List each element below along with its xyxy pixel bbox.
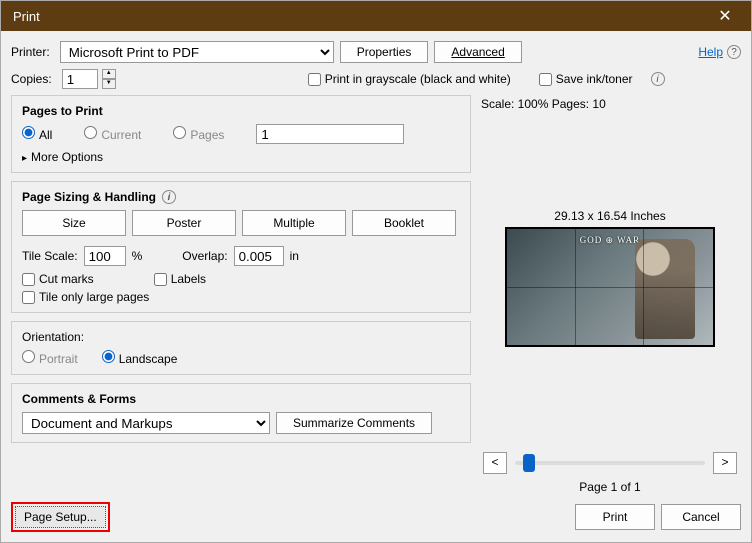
copies-input[interactable]	[62, 69, 98, 89]
prev-page-button[interactable]: <	[483, 452, 507, 474]
sizing-header: Page Sizing & Handling i	[22, 190, 460, 204]
page-of-label: Page 1 of 1	[479, 480, 741, 494]
spin-up-icon[interactable]: ▲	[102, 69, 116, 79]
print-button[interactable]: Print	[575, 504, 655, 530]
multiple-button[interactable]: Multiple	[242, 210, 346, 236]
radio-current[interactable]: Current	[84, 126, 141, 142]
preview-figure	[635, 239, 695, 339]
tilescale-row: Tile Scale: % Overlap: in	[22, 246, 460, 266]
overlap-label: Overlap:	[182, 249, 227, 263]
preview-dims: 29.13 x 16.54 Inches	[554, 209, 665, 223]
radio-all[interactable]: All	[22, 126, 52, 142]
copies-spinner[interactable]: ▲ ▼	[102, 69, 116, 89]
labels-checkbox[interactable]: Labels	[154, 272, 206, 286]
pages-header: Pages to Print	[22, 104, 460, 118]
booklet-button[interactable]: Booklet	[352, 210, 456, 236]
saveink-checkbox[interactable]: Save ink/toner	[539, 72, 633, 86]
pages-radio-row: All Current Pages	[22, 124, 460, 144]
poster-button[interactable]: Poster	[132, 210, 236, 236]
sizing-panel: Page Sizing & Handling i Size Poster Mul…	[11, 181, 471, 313]
more-options-toggle[interactable]: More Options	[22, 150, 460, 164]
pages-to-print-panel: Pages to Print All Current Pages More Op…	[11, 95, 471, 173]
comments-header: Comments & Forms	[22, 392, 460, 406]
properties-button[interactable]: Properties	[340, 41, 429, 63]
help-link[interactable]: Help	[698, 45, 723, 59]
pages-input[interactable]	[256, 124, 404, 144]
help-icon[interactable]: ?	[727, 45, 741, 59]
dialog-content: Printer: Microsoft Print to PDF Properti…	[1, 31, 751, 542]
help-area: Help ?	[698, 45, 741, 59]
scale-info: Scale: 100% Pages: 10	[481, 97, 741, 111]
sizing-buttons: Size Poster Multiple Booklet	[22, 210, 460, 236]
copies-label: Copies:	[11, 72, 52, 86]
orientation-header: Orientation:	[22, 330, 460, 344]
grayscale-checkbox[interactable]: Print in grayscale (black and white)	[308, 72, 511, 86]
spin-down-icon[interactable]: ▼	[102, 79, 116, 89]
advanced-button[interactable]: Advanced	[434, 41, 521, 63]
print-dialog: Print ✕ Printer: Microsoft Print to PDF …	[0, 0, 752, 543]
copies-row: Copies: ▲ ▼ Print in grayscale (black an…	[11, 69, 741, 89]
cancel-button[interactable]: Cancel	[661, 504, 741, 530]
orientation-panel: Orientation: Portrait Landscape	[11, 321, 471, 375]
size-button[interactable]: Size	[22, 210, 126, 236]
preview-logo: GOD ⊕ WAR	[580, 235, 640, 246]
radio-pages[interactable]: Pages	[173, 126, 224, 142]
printer-label: Printer:	[11, 45, 50, 59]
summarize-button[interactable]: Summarize Comments	[276, 412, 432, 434]
info-icon[interactable]: i	[651, 72, 665, 86]
preview-column: Scale: 100% Pages: 10 29.13 x 16.54 Inch…	[479, 95, 741, 494]
page-slider[interactable]	[515, 461, 705, 465]
printer-row: Printer: Microsoft Print to PDF Properti…	[11, 41, 741, 63]
main-row: Pages to Print All Current Pages More Op…	[11, 95, 741, 494]
window-title: Print	[13, 9, 707, 24]
footer: Page Setup... Print Cancel	[11, 502, 741, 532]
percent-label: %	[132, 249, 143, 263]
preview-area: 29.13 x 16.54 Inches GOD ⊕ WAR	[479, 115, 741, 440]
titlebar: Print ✕	[1, 1, 751, 31]
slider-thumb[interactable]	[523, 454, 535, 472]
tilescale-input[interactable]	[84, 246, 126, 266]
overlap-input[interactable]	[234, 246, 284, 266]
inches-label: in	[290, 249, 299, 263]
cutmarks-checkbox[interactable]: Cut marks	[22, 272, 94, 286]
orientation-row: Portrait Landscape	[22, 350, 460, 366]
preview-nav: < >	[479, 452, 741, 474]
tileonly-checkbox[interactable]: Tile only large pages	[22, 290, 460, 304]
preview-thumbnail: GOD ⊕ WAR	[505, 227, 715, 347]
radio-landscape[interactable]: Landscape	[102, 350, 178, 366]
comments-panel: Comments & Forms Document and Markups Su…	[11, 383, 471, 443]
comments-select[interactable]: Document and Markups	[22, 412, 270, 434]
comments-row: Document and Markups Summarize Comments	[22, 412, 460, 434]
radio-portrait[interactable]: Portrait	[22, 350, 78, 366]
next-page-button[interactable]: >	[713, 452, 737, 474]
close-icon[interactable]: ✕	[707, 6, 743, 26]
printer-select[interactable]: Microsoft Print to PDF	[60, 41, 334, 63]
page-setup-button[interactable]: Page Setup...	[15, 506, 106, 528]
tilescale-label: Tile Scale:	[22, 249, 78, 263]
cutmarks-row: Cut marks Labels	[22, 272, 460, 286]
info-icon[interactable]: i	[162, 190, 176, 204]
left-column: Pages to Print All Current Pages More Op…	[11, 95, 471, 494]
page-setup-highlight: Page Setup...	[11, 502, 110, 532]
